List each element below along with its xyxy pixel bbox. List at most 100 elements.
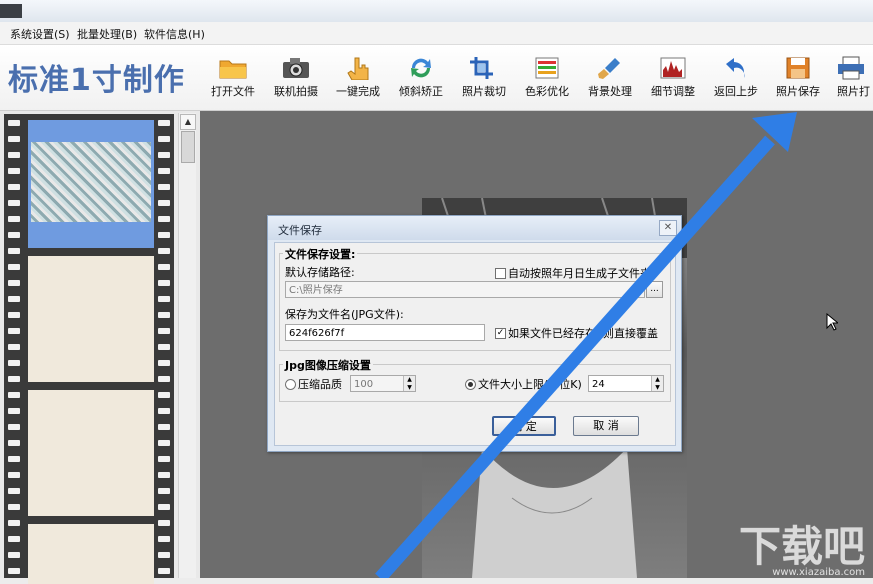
film-sprocket-hole [158, 376, 170, 382]
dialog-body: 文件保存设置: 默认存储路径: 自动按照年月日生成子文件夹 C:\照片保存 ..… [274, 242, 676, 446]
photo-print-button[interactable]: 照片打 [829, 56, 873, 106]
jpg-compress-title: Jpg图像压缩设置 [283, 357, 373, 373]
default-path-label: 默认存储路径: [285, 266, 355, 279]
open-file-label: 打开文件 [211, 85, 255, 98]
film-sprocket-hole [8, 120, 20, 126]
app-title: 标准1寸制作 [8, 63, 185, 98]
film-sprocket-hole [158, 568, 170, 574]
film-sprocket-hole [8, 200, 20, 206]
overwrite-checkbox[interactable]: ✓ [495, 328, 506, 339]
film-sprocket-hole [158, 440, 170, 446]
open-file-button[interactable]: 打开文件 [201, 56, 265, 106]
thumbnail-empty[interactable] [28, 390, 154, 516]
film-sprocket-hole [8, 488, 20, 494]
dialog-title-bar: 文件保存 ✕ [268, 216, 681, 240]
menu-system-settings[interactable]: 系统设置(S) [10, 26, 70, 42]
menu-software-info[interactable]: 软件信息(H) [144, 26, 205, 42]
quality-radio[interactable] [285, 379, 296, 390]
film-sprocket-hole [8, 184, 20, 190]
film-sprocket-hole [158, 552, 170, 558]
film-sprocket-hole [8, 296, 20, 302]
one-click-button[interactable]: 一键完成 [326, 56, 390, 106]
film-sprocket-hole [8, 504, 20, 510]
film-sprocket-hole [8, 408, 20, 414]
film-sprocket-hole [8, 152, 20, 158]
film-sprocket-hole [158, 312, 170, 318]
film-sprocket-hole [158, 232, 170, 238]
film-sprocket-hole [8, 344, 20, 350]
photo-save-button[interactable]: 照片保存 [766, 56, 830, 106]
ok-button[interactable]: 确 定 [492, 416, 556, 436]
film-sprocket-hole [8, 360, 20, 366]
photo-print-label: 照片打 [837, 85, 870, 98]
camera-capture-button[interactable]: 联机拍摄 [264, 56, 328, 106]
thumbnail-empty[interactable] [28, 524, 154, 584]
auto-subfolder-label: 自动按照年月日生成子文件夹 [508, 267, 651, 280]
film-sprocket-hole [158, 344, 170, 350]
window-title-bar [0, 0, 873, 22]
scroll-thumb[interactable] [181, 131, 195, 163]
thumbnail-empty[interactable] [28, 256, 154, 382]
film-sprocket-hole [8, 264, 20, 270]
photo-crop-button[interactable]: 照片裁切 [452, 56, 516, 106]
menu-batch-process[interactable]: 批量处理(B) [77, 26, 137, 42]
save-path-field[interactable]: C:\照片保存 [285, 281, 645, 298]
size-limit-label: 文件大小上限(单位K) [478, 378, 582, 391]
hand-pointer-icon [347, 57, 369, 80]
film-sprocket-hole [8, 248, 20, 254]
film-sprocket-hole [158, 456, 170, 462]
brush-icon [598, 58, 620, 79]
scroll-up-icon[interactable]: ▲ [180, 114, 196, 130]
close-icon[interactable]: ✕ [659, 220, 677, 236]
thumbnail-selected[interactable] [28, 120, 154, 248]
size-limit-stepper[interactable]: ▲ ▼ [651, 376, 663, 391]
film-sprocket-hole [158, 168, 170, 174]
undo-button[interactable]: 返回上步 [704, 56, 768, 106]
crop-icon [470, 57, 493, 79]
photo-save-label: 照片保存 [776, 85, 820, 98]
thumbnail-scrollbar[interactable]: ▲ [178, 113, 196, 578]
film-sprocket-hole [158, 472, 170, 478]
background-process-button[interactable]: 背景处理 [578, 56, 642, 106]
watermark-url: www.xiazaiba.com [772, 567, 865, 578]
filename-field[interactable]: 624f626f7f [285, 324, 485, 341]
rotate-icon [411, 58, 431, 78]
film-sprocket-hole [158, 296, 170, 302]
detail-adjust-label: 细节调整 [651, 85, 695, 98]
browse-button[interactable]: ... [646, 281, 663, 298]
film-sprocket-hole [158, 360, 170, 366]
film-sprocket-hole [158, 328, 170, 334]
film-sprocket-hole [8, 312, 20, 318]
undo-label: 返回上步 [714, 85, 758, 98]
film-sprocket-hole [8, 376, 20, 382]
color-optimize-label: 色彩优化 [525, 85, 569, 98]
film-sprocket-hole [158, 216, 170, 222]
film-sprocket-hole [158, 392, 170, 398]
film-sprocket-hole [158, 280, 170, 286]
tilt-correct-label: 倾斜矫正 [399, 85, 443, 98]
color-optimize-button[interactable]: 色彩优化 [515, 56, 579, 106]
film-sprocket-hole [8, 456, 20, 462]
size-limit-radio[interactable] [465, 379, 476, 390]
film-sprocket-hole [158, 488, 170, 494]
film-sprocket-hole [8, 392, 20, 398]
detail-adjust-button[interactable]: 细节调整 [641, 56, 705, 106]
photo-crop-label: 照片裁切 [462, 85, 506, 98]
film-sprocket-hole [158, 120, 170, 126]
film-sprocket-hole [158, 136, 170, 142]
film-sprocket-hole [158, 184, 170, 190]
color-bars-icon [535, 57, 559, 79]
overwrite-label: 如果文件已经存在, 则直接覆盖 [508, 327, 658, 340]
quality-stepper[interactable]: ▲ ▼ [403, 376, 415, 391]
file-save-dialog: 文件保存 ✕ 文件保存设置: 默认存储路径: 自动按照年月日生成子文件夹 C:\… [267, 215, 682, 452]
tilt-correct-button[interactable]: 倾斜矫正 [389, 56, 453, 106]
auto-subfolder-checkbox[interactable] [495, 268, 506, 279]
app-icon [0, 4, 22, 18]
film-sprocket-hole [8, 168, 20, 174]
film-sprocket-hole [8, 552, 20, 558]
film-sprocket-hole [158, 424, 170, 430]
film-sprocket-hole [8, 472, 20, 478]
film-sprocket-hole [8, 216, 20, 222]
quality-label: 压缩品质 [298, 378, 342, 391]
cancel-button[interactable]: 取 消 [573, 416, 639, 436]
